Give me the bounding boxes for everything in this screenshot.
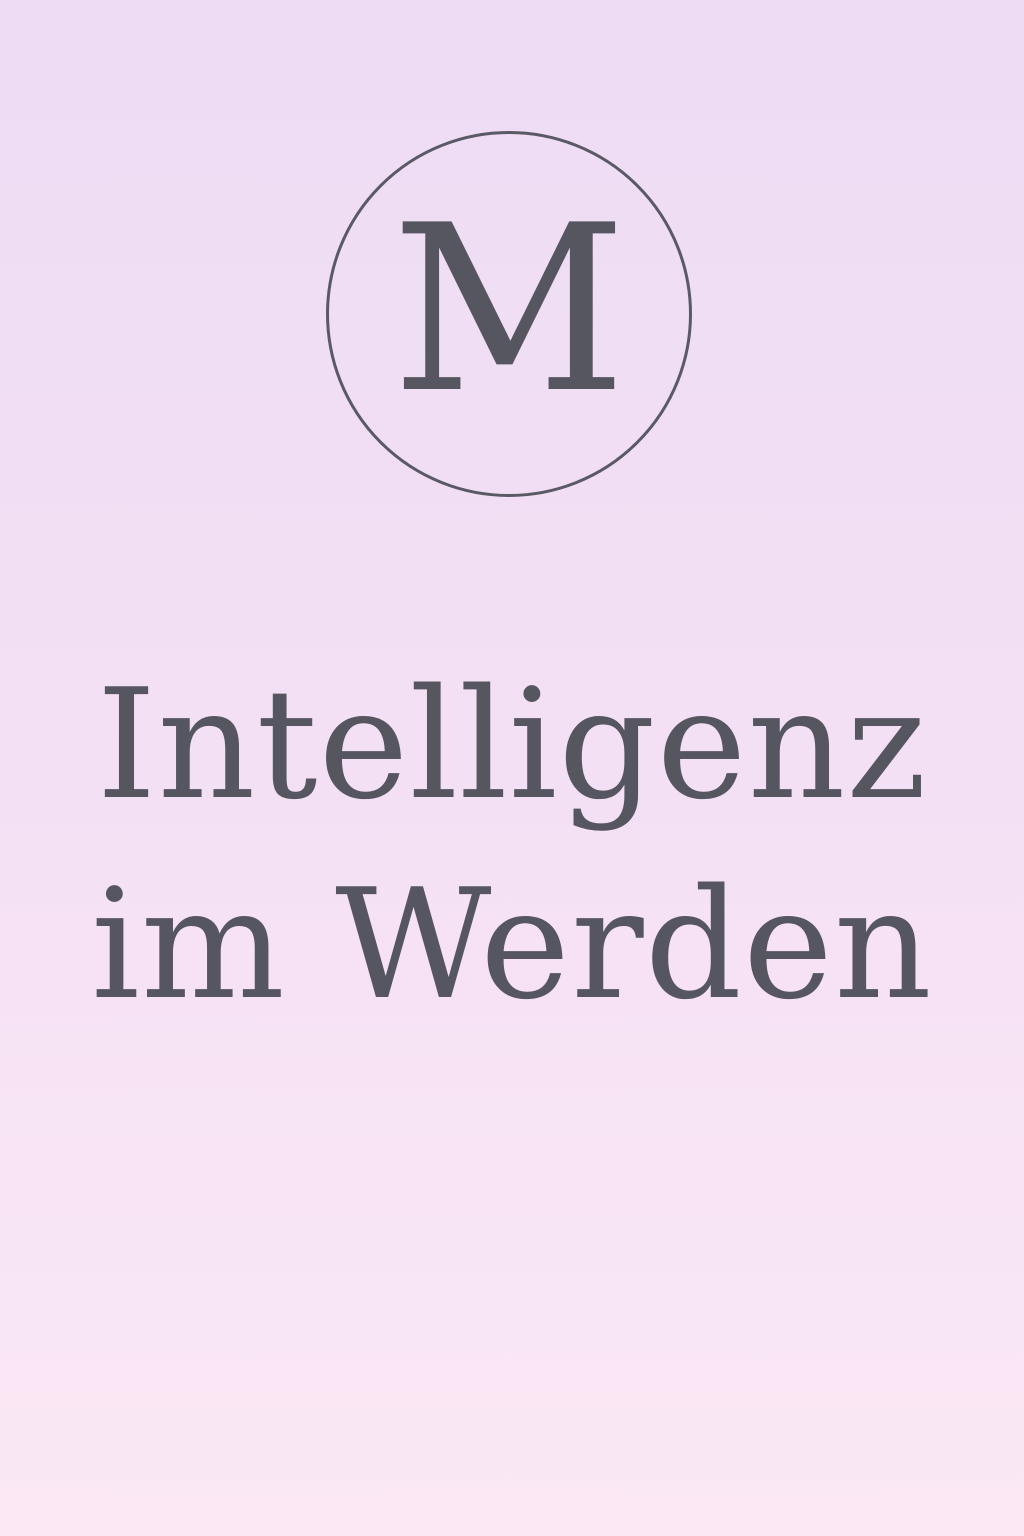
title-line-2: im Werden — [91, 856, 933, 1033]
logo-circle: M — [326, 131, 692, 497]
logo-letter: M — [391, 177, 627, 444]
cover-page: M Intelligenz im Werden — [0, 0, 1024, 1536]
page-title: Intelligenz im Werden — [0, 645, 1024, 1045]
title-line-1: Intelligenz — [96, 656, 928, 833]
